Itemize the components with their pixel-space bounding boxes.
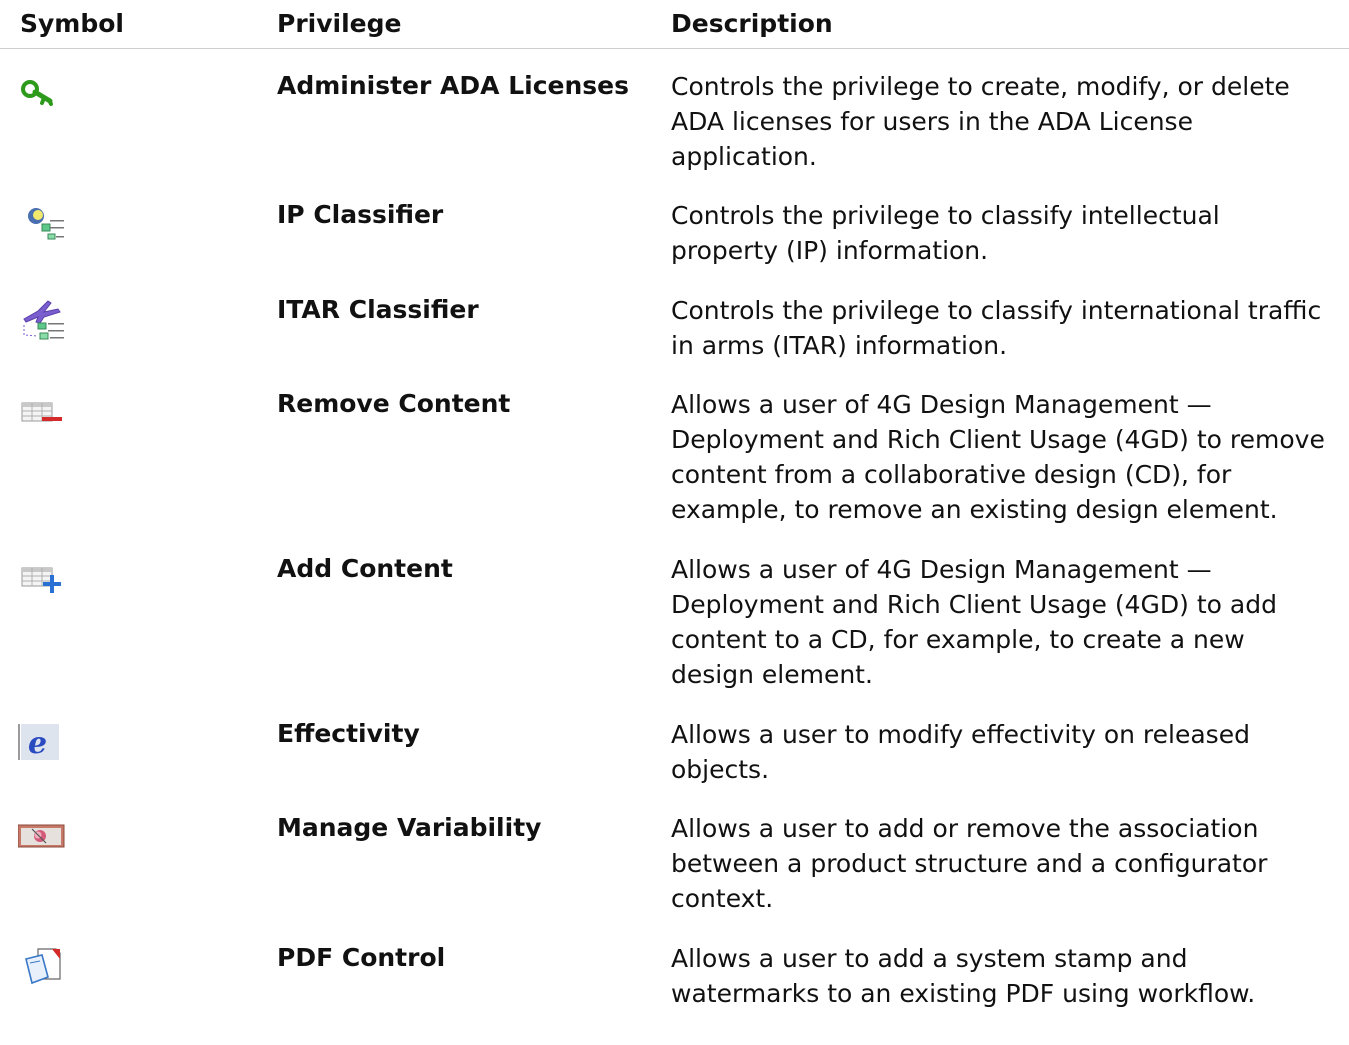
privilege-name: Administer ADA Licenses bbox=[277, 71, 629, 100]
description-line: application. bbox=[671, 142, 817, 171]
description-line: content from a collaborative design (CD)… bbox=[671, 460, 1232, 489]
description-line: content to a CD, for example, to create … bbox=[671, 625, 1245, 654]
description-line: Controls the privilege to classify inter… bbox=[671, 296, 1322, 325]
privilege-name: IP Classifier bbox=[277, 200, 444, 229]
description-line: example, to remove an existing design el… bbox=[671, 495, 1278, 524]
description-line: Allows a user to add a system stamp and bbox=[671, 944, 1188, 973]
privilege-name: ITAR Classifier bbox=[277, 295, 479, 324]
table-header: Symbol Privilege Description bbox=[0, 0, 1349, 49]
description-line: Deployment and Rich Client Usage (4GD) t… bbox=[671, 425, 1325, 454]
description-line: Deployment and Rich Client Usage (4GD) t… bbox=[671, 590, 1277, 619]
privilege-description: Allows a user of 4G Design Management — … bbox=[671, 552, 1341, 692]
pdf-control-icon bbox=[18, 945, 66, 985]
header-symbol: Symbol bbox=[20, 9, 124, 38]
description-line: between a product structure and a config… bbox=[671, 849, 1268, 878]
privilege-description: Controls the privilege to create, modify… bbox=[671, 69, 1341, 174]
effectivity-icon: e bbox=[18, 721, 66, 761]
description-line: Controls the privilege to create, modify… bbox=[671, 72, 1290, 101]
description-line: design element. bbox=[671, 660, 873, 689]
description-line: objects. bbox=[671, 755, 770, 784]
description-line: Allows a user of 4G Design Management — bbox=[671, 390, 1212, 419]
privilege-name: Remove Content bbox=[277, 389, 511, 418]
header-privilege: Privilege bbox=[277, 9, 402, 38]
description-line: Allows a user to add or remove the assoc… bbox=[671, 814, 1259, 843]
privilege-description: Allows a user to modify effectivity on r… bbox=[671, 717, 1341, 787]
description-line: Allows a user to modify effectivity on r… bbox=[671, 720, 1250, 749]
privilege-description: Allows a user to add or remove the assoc… bbox=[671, 811, 1341, 916]
description-line: context. bbox=[671, 884, 774, 913]
description-line: watermarks to an existing PDF using work… bbox=[671, 979, 1256, 1008]
manage-variability-icon bbox=[18, 815, 66, 855]
description-line: Allows a user of 4G Design Management — bbox=[671, 555, 1212, 584]
description-line: in arms (ITAR) information. bbox=[671, 331, 1008, 360]
description-line: property (IP) information. bbox=[671, 236, 989, 265]
privilege-description: Allows a user of 4G Design Management — … bbox=[671, 387, 1341, 527]
privilege-description: Controls the privilege to classify inter… bbox=[671, 293, 1341, 363]
privilege-name: PDF Control bbox=[277, 943, 446, 972]
ip-classifier-icon bbox=[18, 202, 66, 242]
privilege-description: Allows a user to add a system stamp and … bbox=[671, 941, 1341, 1011]
svg-text:e: e bbox=[28, 726, 47, 761]
add-content-icon bbox=[18, 556, 66, 596]
privilege-name: Add Content bbox=[277, 554, 453, 583]
itar-classifier-icon bbox=[18, 297, 66, 340]
privilege-name: Manage Variability bbox=[277, 813, 542, 842]
remove-content-icon bbox=[18, 391, 66, 431]
header-description: Description bbox=[671, 9, 833, 38]
description-line: Controls the privilege to classify intel… bbox=[671, 201, 1220, 230]
green-key-icon bbox=[18, 73, 66, 113]
description-line: ADA licenses for users in the ADA Licens… bbox=[671, 107, 1193, 136]
privilege-name: Effectivity bbox=[277, 719, 420, 748]
privilege-description: Controls the privilege to classify intel… bbox=[671, 198, 1341, 268]
